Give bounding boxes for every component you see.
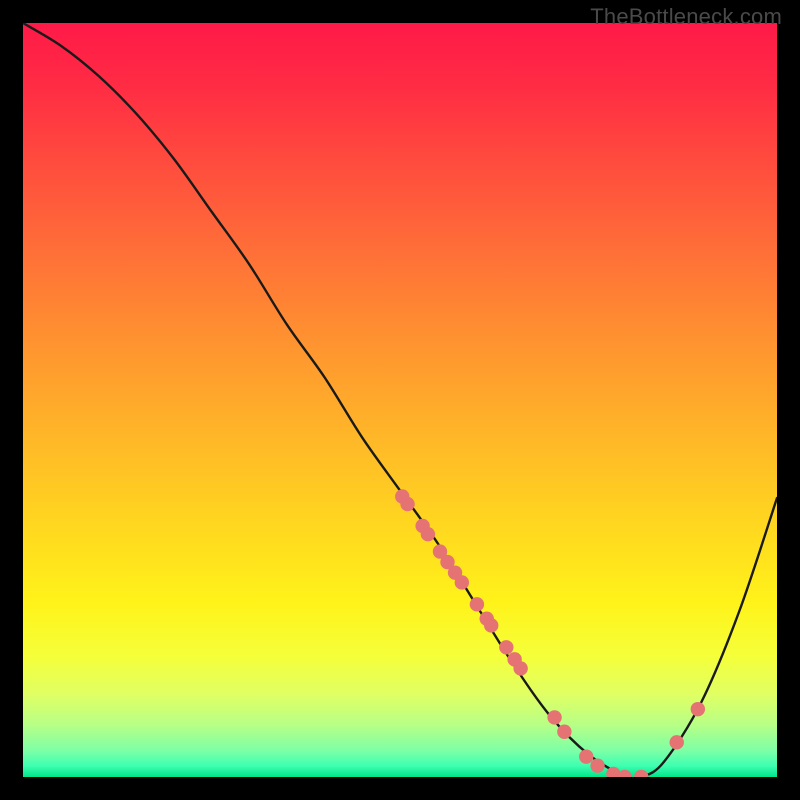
data-dot [590,758,604,772]
plot-area [23,23,777,777]
gradient-background [23,23,777,777]
data-dot [499,640,513,654]
chart-stage: TheBottleneck.com [0,0,800,800]
data-dot [670,735,684,749]
data-dot [400,497,414,511]
watermark-text: TheBottleneck.com [590,4,782,30]
data-dot [470,597,484,611]
data-dot [455,575,469,589]
data-dot [513,661,527,675]
data-dot [691,702,705,716]
data-dot [421,527,435,541]
data-dot [547,710,561,724]
data-dot [557,725,571,739]
plot-svg [23,23,777,777]
data-dot [579,749,593,763]
data-dot [484,618,498,632]
